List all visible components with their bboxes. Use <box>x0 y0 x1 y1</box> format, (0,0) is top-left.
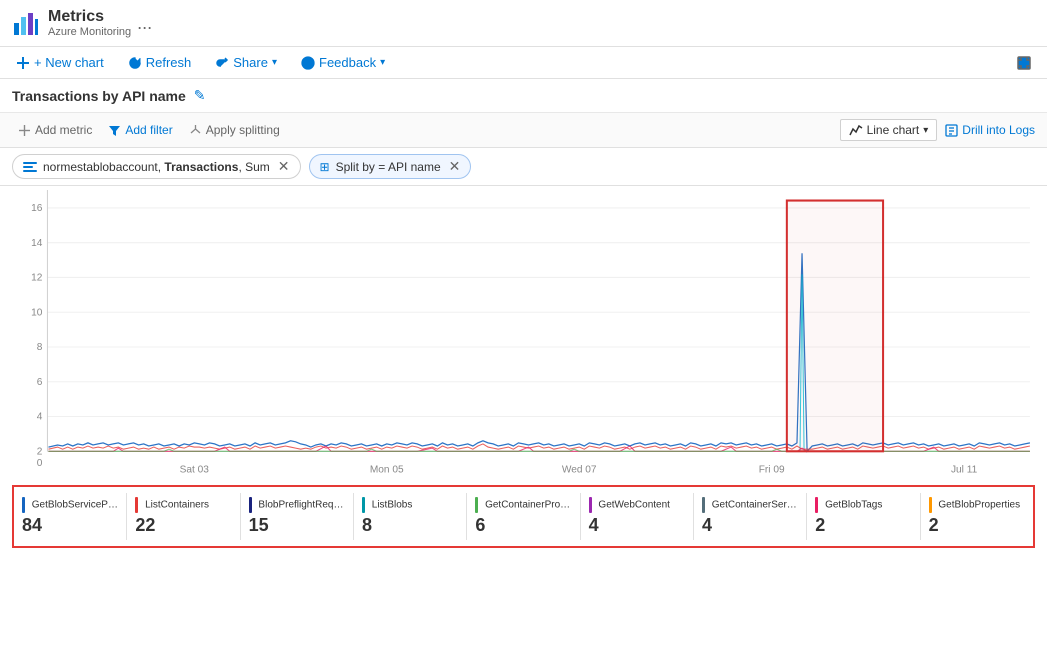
drill-into-logs-button[interactable]: Drill into Logs <box>945 123 1035 137</box>
remove-metric-button[interactable]: ✕ <box>278 158 290 175</box>
expand-button[interactable] <box>1013 54 1035 72</box>
split-pill-text: Split by = API name <box>336 160 441 174</box>
svg-text:12: 12 <box>31 272 43 283</box>
svg-text:Wed 07: Wed 07 <box>562 464 597 475</box>
filter-icon <box>108 124 121 137</box>
more-options-button[interactable]: ... <box>137 13 152 34</box>
plus-icon <box>16 56 30 70</box>
legend-item-value: 8 <box>362 515 458 536</box>
metric-pill: normestablobaccount, Transactions, Sum ✕ <box>12 154 301 179</box>
legend-item-name: GetBlobProperties <box>929 497 1025 513</box>
svg-text:14: 14 <box>31 238 43 249</box>
metric-pill-text: normestablobaccount, Transactions, Sum <box>43 160 270 174</box>
legend-item-value: 4 <box>702 515 798 536</box>
svg-text:6: 6 <box>37 377 43 388</box>
app-subtitle: Azure Monitoring <box>48 26 131 38</box>
chart-area: 16 14 12 10 8 6 4 2 0 Sat 03 Mon 05 Wed … <box>0 190 1047 485</box>
app-title: Metrics <box>48 8 131 26</box>
feedback-button[interactable]: Feedback ▾ <box>297 53 389 72</box>
legend-item-name: GetContainerProperties <box>475 497 571 513</box>
svg-text:0: 0 <box>37 458 43 469</box>
svg-text:Fri 09: Fri 09 <box>759 464 785 475</box>
pills-bar: normestablobaccount, Transactions, Sum ✕… <box>0 148 1047 186</box>
metrics-toolbar: Add metric Add filter Apply splitting Li… <box>0 113 1047 148</box>
svg-text:10: 10 <box>31 307 43 318</box>
legend-item: GetWebContent 4 <box>581 493 694 540</box>
legend-item-value: 84 <box>22 515 118 536</box>
drill-icon <box>945 124 958 137</box>
legend-item-value: 2 <box>815 515 911 536</box>
legend-item-value: 2 <box>929 515 1025 536</box>
legend-bar: GetBlobServiceProper... 84 ListContainer… <box>12 485 1035 548</box>
legend-item-name: GetContainerServiceM... <box>702 497 798 513</box>
chart-type-dropdown-icon: ▾ <box>923 125 928 136</box>
legend-item: GetBlobTags 2 <box>807 493 920 540</box>
main-toolbar: + New chart Refresh Share ▾ Feedback ▾ <box>0 47 1047 79</box>
legend-item-name: GetBlobTags <box>815 497 911 513</box>
svg-text:16: 16 <box>31 203 43 214</box>
expand-icon <box>1017 56 1031 70</box>
metrics-logo <box>12 9 40 37</box>
svg-text:2: 2 <box>37 446 43 457</box>
legend-item-name: BlobPreflightRequest <box>249 497 345 513</box>
svg-text:Mon 05: Mon 05 <box>370 464 404 475</box>
pill-lines-icon <box>23 162 37 172</box>
chart-svg: 16 14 12 10 8 6 4 2 0 Sat 03 Mon 05 Wed … <box>12 190 1035 485</box>
legend-item: GetContainerProperties 6 <box>467 493 580 540</box>
remove-split-button[interactable]: ✕ <box>449 158 461 175</box>
legend-item: GetBlobProperties 2 <box>921 493 1033 540</box>
legend-item: BlobPreflightRequest 15 <box>241 493 354 540</box>
legend-item: ListBlobs 8 <box>354 493 467 540</box>
apply-splitting-button[interactable]: Apply splitting <box>183 120 286 140</box>
add-metric-icon <box>18 124 31 137</box>
add-metric-button[interactable]: Add metric <box>12 120 98 140</box>
add-filter-button[interactable]: Add filter <box>102 120 178 140</box>
feedback-icon <box>301 56 315 70</box>
new-chart-button[interactable]: + New chart <box>12 53 108 72</box>
refresh-icon <box>128 56 142 70</box>
chart-type-selector[interactable]: Line chart ▾ <box>840 119 938 141</box>
legend-item-value: 4 <box>589 515 685 536</box>
legend-item: GetContainerServiceM... 4 <box>694 493 807 540</box>
split-pill-icon: ⊞ <box>320 160 330 174</box>
line-chart-icon <box>849 123 863 137</box>
share-button[interactable]: Share ▾ <box>211 53 281 72</box>
split-pill: ⊞ Split by = API name ✕ <box>309 154 472 179</box>
legend-item-value: 22 <box>135 515 231 536</box>
legend-item: GetBlobServiceProper... 84 <box>14 493 127 540</box>
feedback-dropdown-icon: ▾ <box>380 57 385 68</box>
chart-title: Transactions by API name <box>12 88 186 104</box>
legend-item-value: 15 <box>249 515 345 536</box>
refresh-button[interactable]: Refresh <box>124 53 196 72</box>
legend-item-name: ListBlobs <box>362 497 458 513</box>
svg-text:Jul 11: Jul 11 <box>951 464 978 475</box>
legend-item-name: GetWebContent <box>589 497 685 513</box>
svg-text:8: 8 <box>37 342 43 353</box>
svg-text:4: 4 <box>37 412 43 423</box>
legend-item-name: ListContainers <box>135 497 231 513</box>
app-header: Metrics Azure Monitoring ... <box>0 0 1047 47</box>
legend-item: ListContainers 22 <box>127 493 240 540</box>
edit-title-button[interactable]: ✎ <box>194 87 206 104</box>
share-dropdown-icon: ▾ <box>272 57 277 68</box>
share-icon <box>215 56 229 70</box>
legend-item-value: 6 <box>475 515 571 536</box>
legend-item-name: GetBlobServiceProper... <box>22 497 118 513</box>
chart-title-bar: Transactions by API name ✎ <box>0 79 1047 113</box>
split-icon <box>189 124 202 137</box>
svg-text:Sat 03: Sat 03 <box>180 464 210 475</box>
